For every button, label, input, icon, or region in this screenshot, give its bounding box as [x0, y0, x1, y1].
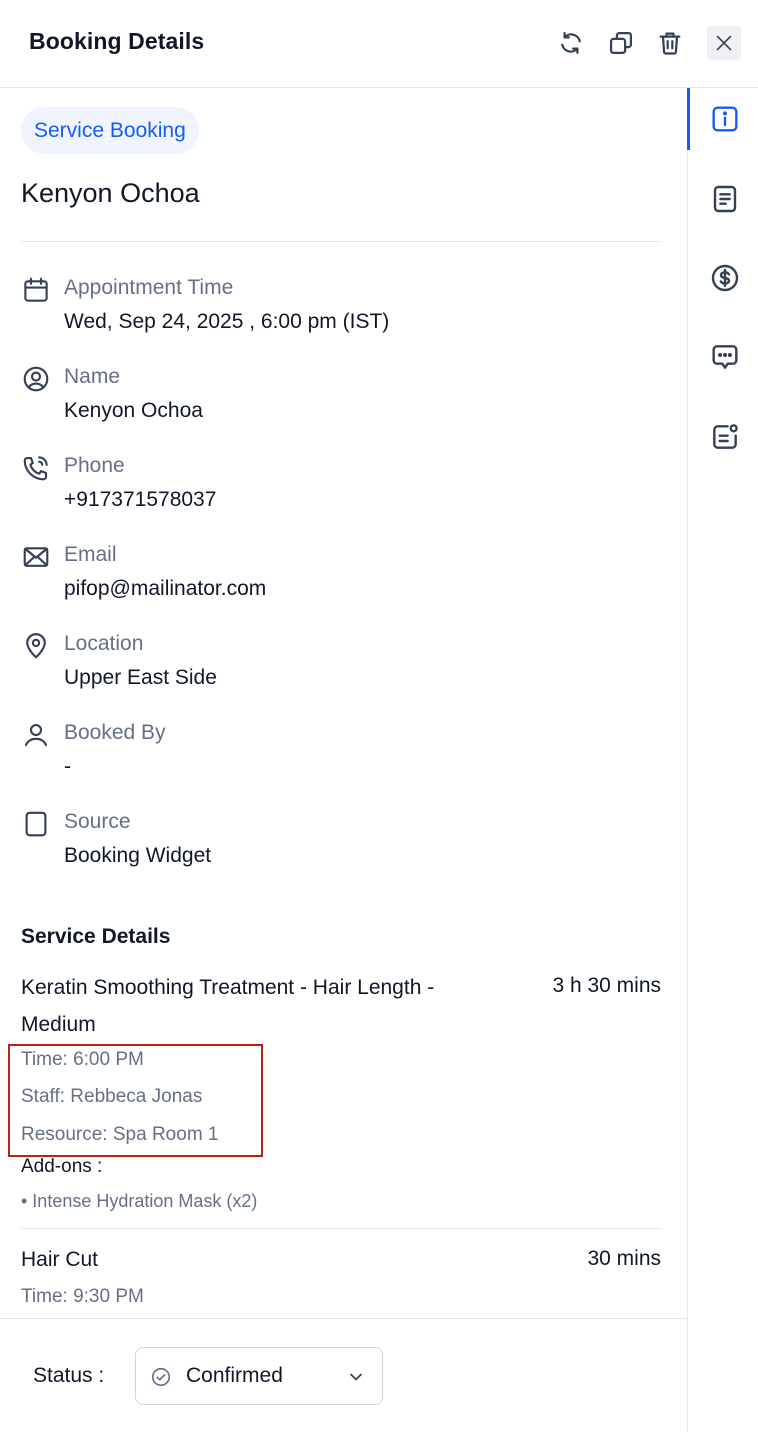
- customer-name-heading: Kenyon Ochoa: [21, 178, 200, 208]
- status-footer: Status : Confirmed: [0, 1318, 687, 1432]
- panel-header: Booking Details: [0, 0, 758, 88]
- divider: [21, 1228, 661, 1229]
- trash-icon: [659, 32, 681, 55]
- calendar-icon: [21, 275, 51, 305]
- refresh-icon: [561, 31, 581, 55]
- field-label: Booked By: [64, 721, 166, 744]
- field-name: Name Kenyon Ochoa: [21, 364, 661, 434]
- copy-icon: [609, 31, 633, 55]
- square-icon: [21, 809, 51, 839]
- document-icon: [713, 185, 737, 213]
- divider: [21, 241, 661, 242]
- reschedule-button[interactable]: [554, 26, 588, 60]
- mail-icon: [21, 542, 51, 572]
- tab-payments[interactable]: [708, 261, 742, 295]
- tab-notes[interactable]: [708, 182, 742, 216]
- service-duration: 3 h 30 mins: [552, 974, 661, 997]
- field-email: Email pifop@mailinator.com: [21, 542, 661, 612]
- field-label: Location: [64, 632, 144, 655]
- field-value: +917371578037: [64, 488, 217, 511]
- booking-details-content: Service Booking Kenyon Ochoa Appointment…: [0, 88, 687, 1318]
- tab-activity[interactable]: [708, 420, 742, 454]
- field-value: -: [64, 755, 71, 778]
- info-icon: [712, 106, 738, 132]
- status-label: Status :: [33, 1364, 105, 1387]
- service-time: Time: 9:30 PM: [21, 1286, 144, 1307]
- field-location: Location Upper East Side: [21, 631, 661, 701]
- chevron-down-icon: [350, 1373, 362, 1381]
- delete-button[interactable]: [653, 26, 687, 60]
- field-appointment-time: Appointment Time Wed, Sep 24, 2025 , 6:0…: [21, 275, 661, 345]
- phone-icon: [21, 453, 51, 483]
- map-pin-icon: [21, 631, 51, 661]
- close-button[interactable]: [707, 26, 741, 60]
- service-details-heading: Service Details: [21, 925, 171, 948]
- side-tab-rail: [687, 88, 758, 1432]
- field-value: Kenyon Ochoa: [64, 399, 203, 422]
- field-label: Email: [64, 543, 117, 566]
- field-booked-by: Booked By -: [21, 720, 661, 790]
- booking-type-badge: Service Booking: [21, 107, 199, 154]
- addons-label: Add-ons :: [21, 1156, 103, 1177]
- field-value: Booking Widget: [64, 844, 212, 867]
- field-value: Upper East Side: [64, 666, 217, 689]
- service-duration: 30 mins: [587, 1247, 661, 1270]
- panel-title: Booking Details: [29, 28, 205, 54]
- form-icon: [713, 424, 738, 449]
- check-circle-icon: [151, 1367, 171, 1387]
- status-dropdown[interactable]: Confirmed: [135, 1347, 383, 1405]
- duplicate-button[interactable]: [604, 26, 638, 60]
- status-value: Confirmed: [186, 1364, 283, 1387]
- field-phone: Phone +917371578037: [21, 453, 661, 523]
- field-label: Source: [64, 810, 131, 833]
- service-name: Hair Cut: [21, 1248, 99, 1271]
- user-circle-icon: [21, 364, 51, 394]
- field-label: Phone: [64, 454, 125, 477]
- tab-info[interactable]: [708, 102, 742, 136]
- field-value: Wed, Sep 24, 2025 , 6:00 pm (IST): [64, 310, 390, 333]
- field-label: Appointment Time: [64, 276, 234, 299]
- dollar-icon: [711, 264, 739, 292]
- user-icon: [21, 720, 51, 750]
- service-name: Keratin Smoothing Treatment - Hair Lengt…: [21, 976, 435, 1036]
- close-icon: [716, 35, 732, 51]
- field-label: Name: [64, 365, 121, 388]
- field-value: pifop@mailinator.com: [64, 577, 267, 600]
- chat-icon: [712, 345, 738, 369]
- tab-messages[interactable]: [708, 340, 742, 374]
- addon-item: • Intense Hydration Mask (x2): [21, 1191, 258, 1211]
- highlight-box: [8, 1044, 263, 1157]
- active-tab-indicator: [687, 88, 690, 150]
- field-source: Source Booking Widget: [21, 809, 661, 879]
